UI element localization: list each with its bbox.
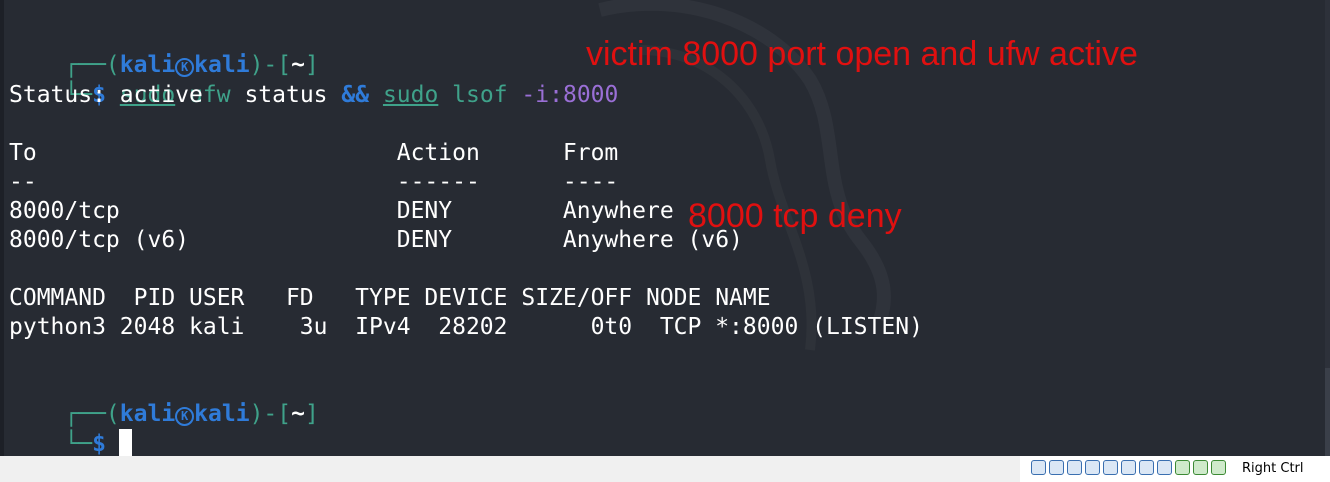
prompt-dir-open: )-[ bbox=[249, 401, 292, 427]
output-status: Status: active bbox=[9, 82, 203, 108]
usb-icon[interactable] bbox=[1103, 460, 1118, 475]
ufw-rule-2: 8000/tcp (v6) DENY Anywhere (v6) bbox=[9, 227, 743, 253]
cmd-and: && bbox=[341, 82, 370, 108]
cmd-arg: -i:8000 bbox=[507, 82, 619, 108]
cmd-lsof: lsof bbox=[438, 82, 508, 108]
terminal-window[interactable]: ┌──(kali Kkali)-[~] └─$ sudo ufw status &… bbox=[0, 0, 1330, 456]
prompt-host: kali bbox=[194, 401, 250, 427]
lsof-row: python3 2048 kali 3u IPv4 28202 0t0 TCP … bbox=[9, 314, 923, 340]
status-icons bbox=[1031, 460, 1226, 478]
kali-skull-icon: K bbox=[175, 407, 195, 426]
annotation-top: victim 8000 port open and ufw active bbox=[586, 35, 1138, 73]
command-line: └─$ sudo ufw status && sudo lsof -i:8000 bbox=[9, 52, 618, 108]
prompt-line-1: ┌──(kali Kkali)-[~] bbox=[9, 22, 318, 78]
window-left-edge bbox=[0, 0, 4, 456]
prompt-dir: ~ bbox=[291, 401, 305, 427]
audio-icon[interactable] bbox=[1067, 460, 1082, 475]
ufw-table-header: To Action From bbox=[9, 140, 619, 166]
cpu-icon[interactable] bbox=[1211, 460, 1226, 475]
status-bar-left bbox=[0, 456, 1020, 482]
shared-folder-icon[interactable] bbox=[1121, 460, 1136, 475]
lsof-header: COMMAND PID USER FD TYPE DEVICE SIZE/OFF… bbox=[9, 285, 771, 311]
prompt-corner-bottom: └─ bbox=[64, 431, 93, 456]
annotation-middle: 8000 tcp deny bbox=[688, 197, 902, 235]
host-key-label: Right Ctrl bbox=[1242, 461, 1304, 476]
cmd-status: status bbox=[230, 82, 342, 108]
mouse-integration-icon[interactable] bbox=[1193, 460, 1208, 475]
prompt-symbol: $ bbox=[92, 431, 106, 456]
virtualization-icon[interactable] bbox=[1175, 460, 1190, 475]
vm-status-bar: Right Ctrl bbox=[0, 456, 1330, 482]
prompt-line-2: ┌──(kali Kkali)-[~] bbox=[9, 371, 318, 427]
network-icon[interactable] bbox=[1085, 460, 1100, 475]
terminal-scrollbar[interactable] bbox=[1325, 0, 1330, 456]
text-cursor[interactable] bbox=[118, 429, 132, 456]
disk-icon[interactable] bbox=[1049, 460, 1064, 475]
display-icon[interactable] bbox=[1139, 460, 1154, 475]
ufw-rule-1: 8000/tcp DENY Anywhere bbox=[9, 198, 674, 224]
scrollbar-thumb[interactable] bbox=[1325, 368, 1330, 456]
recording-icon[interactable] bbox=[1157, 460, 1172, 475]
prompt-dir-close: ] bbox=[304, 401, 319, 427]
optical-drive-icon[interactable] bbox=[1031, 460, 1046, 475]
input-line[interactable]: └─$ bbox=[9, 400, 132, 456]
cmd-sudo-2: sudo bbox=[382, 82, 439, 108]
ufw-table-divider: -- ------ ---- bbox=[9, 169, 619, 195]
